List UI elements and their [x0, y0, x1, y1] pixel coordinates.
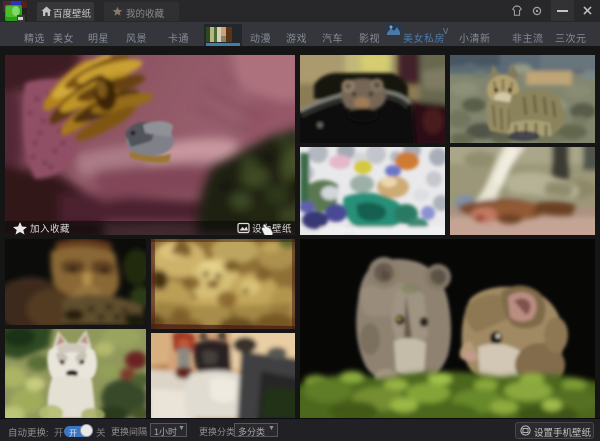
svg-text:加入收藏: 加入收藏	[30, 223, 70, 235]
